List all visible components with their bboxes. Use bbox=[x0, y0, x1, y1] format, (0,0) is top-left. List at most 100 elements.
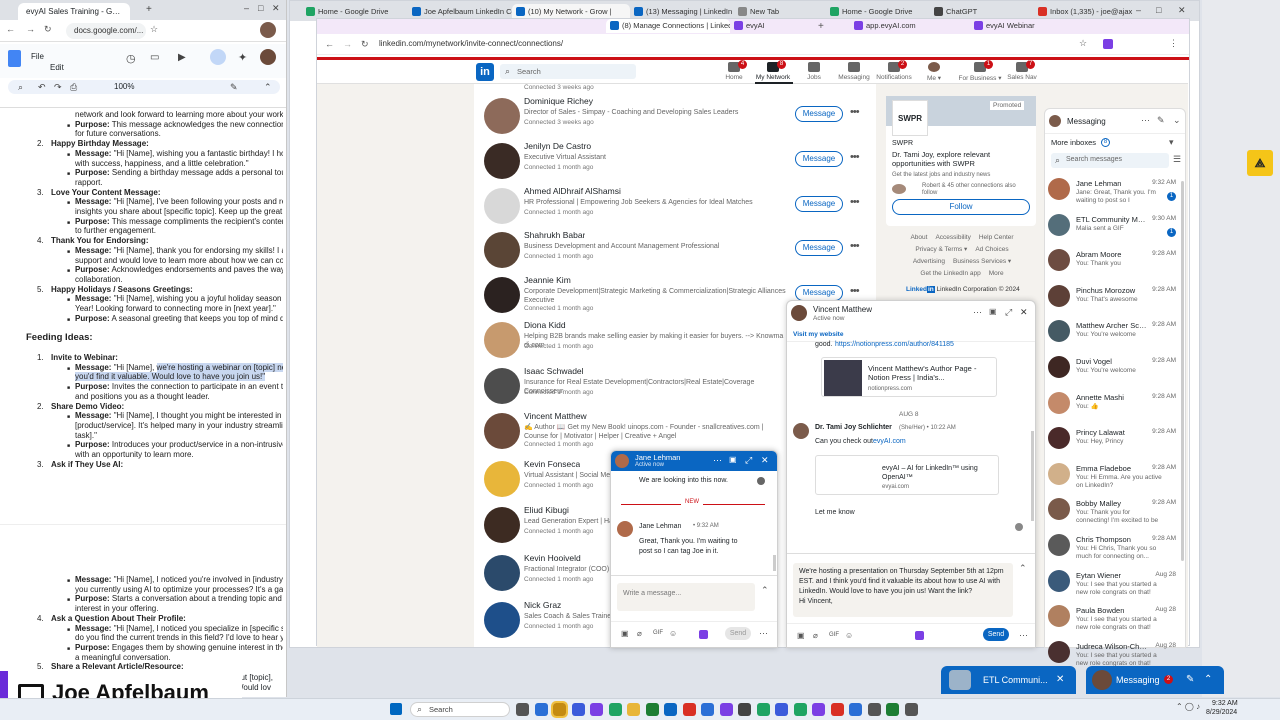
document-body-page2[interactable]: ■ Message: "Hi [Name], I noticed you're i… bbox=[0, 575, 286, 675]
taskbar-app-icon[interactable] bbox=[886, 703, 899, 716]
gemini-icon[interactable]: ✦ bbox=[238, 51, 247, 64]
taskbar-app-icon[interactable] bbox=[627, 703, 640, 716]
inner-browser-tab[interactable]: (8) Manage Connections | LinkedIn bbox=[606, 19, 730, 33]
connection-name[interactable]: Diona Kidd bbox=[524, 320, 566, 330]
inner-browser-tab[interactable]: evyAI Webinar bbox=[970, 19, 1070, 33]
connection-avatar[interactable] bbox=[484, 188, 520, 224]
more-actions-icon[interactable]: ••• bbox=[850, 240, 860, 252]
evyai-icon[interactable] bbox=[915, 631, 924, 640]
bookmark-star-icon[interactable]: ☆ bbox=[1079, 38, 1087, 49]
conversation-row[interactable]: Pinchus Morozow You: That's awesome 9:28 A… bbox=[1046, 283, 1180, 319]
conversation-row[interactable]: ETL Community Ma... Malia sent a GIF 9:30 … bbox=[1046, 212, 1180, 248]
conversation-row[interactable]: Bobby Malley You: Thank you for connectin… bbox=[1046, 496, 1180, 532]
conversation-row[interactable]: Princy Lalawat You: Hey, Princy 9:28 AM bbox=[1046, 425, 1180, 461]
conversation-row[interactable]: Paula Bowden You: I see that you started … bbox=[1046, 603, 1180, 639]
connection-avatar[interactable] bbox=[484, 555, 520, 591]
forward-icon[interactable]: → bbox=[343, 39, 352, 49]
vincent-name[interactable]: Vincent Matthew bbox=[813, 305, 872, 314]
connection-name[interactable]: Ahmed AlDhraif AlShamsi bbox=[524, 186, 621, 196]
footer-link[interactable]: Help Center bbox=[979, 234, 1014, 241]
evyai-icon[interactable] bbox=[699, 630, 708, 639]
connection-avatar[interactable] bbox=[484, 507, 520, 543]
taskbar-app-icon[interactable] bbox=[701, 703, 714, 716]
conversation-row[interactable]: Eytan Wiener You: I see that you started … bbox=[1046, 568, 1180, 604]
evyai-link[interactable]: evyAI.com bbox=[873, 438, 906, 445]
profile-avatar[interactable] bbox=[260, 22, 276, 38]
conversation-row[interactable]: Abram Moore You: Thank you 9:28 AM bbox=[1046, 247, 1180, 283]
connection-avatar[interactable] bbox=[484, 232, 520, 268]
connection-avatar[interactable] bbox=[484, 461, 520, 497]
conversation-row[interactable]: Annette Mashi You: 👍 9:28 AM bbox=[1046, 390, 1180, 426]
conversation-row[interactable]: Duvi Vogel You: You're welcome 9:28 AM bbox=[1046, 354, 1180, 390]
conversation-row[interactable]: Emma Fladeboe You: Hi Emma. Are you activ… bbox=[1046, 461, 1180, 497]
messaging-pill[interactable]: Messaging 2 ✎ ⌃ bbox=[1086, 666, 1224, 694]
search-icon[interactable]: ⌕ bbox=[18, 82, 23, 93]
more-options-icon[interactable]: ⋯ bbox=[973, 307, 982, 318]
jane-send-button[interactable]: Send bbox=[725, 627, 751, 640]
connection-avatar[interactable] bbox=[484, 368, 520, 404]
footer-link[interactable]: Advertising bbox=[913, 258, 945, 265]
more-actions-icon[interactable]: ••• bbox=[850, 151, 860, 163]
undo-icon[interactable]: ↶ bbox=[38, 82, 46, 93]
gif-icon[interactable]: GIF bbox=[829, 632, 839, 638]
conversation-row[interactable]: Chris Thompson You: Hi Chris, Thank you s… bbox=[1046, 532, 1180, 568]
linkedin-logo-icon[interactable]: in bbox=[476, 63, 494, 81]
forward-icon[interactable]: → bbox=[26, 24, 35, 34]
evyai-launcher-icon[interactable]: ⟁ bbox=[1247, 150, 1273, 176]
more-actions-icon[interactable]: ••• bbox=[850, 196, 860, 208]
filter-icon[interactable]: ☰ bbox=[1173, 154, 1181, 165]
visit-website-link[interactable]: Visit my website bbox=[793, 331, 843, 338]
nav-item[interactable]: Notifications 2 bbox=[872, 60, 916, 81]
scrollbar[interactable] bbox=[1181, 181, 1184, 561]
close-icon[interactable]: ✕ bbox=[1056, 674, 1064, 685]
taskbar-app-icon[interactable] bbox=[534, 703, 548, 716]
message-button[interactable]: Message bbox=[795, 106, 843, 122]
taskbar-app-icon[interactable] bbox=[756, 703, 770, 716]
url-text[interactable]: linkedin.com/mynetwork/invite-connect/co… bbox=[379, 39, 563, 48]
inner-browser-tab[interactable]: evyAI bbox=[730, 19, 850, 33]
browser-tab[interactable]: Joe Apfelbaum LinkedIn Co bbox=[408, 4, 512, 19]
redo-icon[interactable]: ↷ bbox=[54, 82, 62, 93]
menu-file[interactable]: File bbox=[31, 52, 44, 61]
browser-tab[interactable]: Home - Google Drive bbox=[302, 4, 408, 19]
close-window-icon[interactable]: ✕ bbox=[272, 3, 280, 14]
new-tab-icon[interactable]: + bbox=[146, 4, 152, 15]
messaging-title[interactable]: Messaging bbox=[1067, 117, 1106, 126]
connection-avatar[interactable] bbox=[484, 277, 520, 313]
close-icon[interactable]: ✕ bbox=[761, 455, 769, 466]
taskbar-app-icon[interactable] bbox=[551, 701, 568, 718]
scrollbar[interactable] bbox=[1031, 431, 1034, 521]
more-inboxes-row[interactable]: More inboxes 8 ▾ bbox=[1045, 133, 1185, 149]
send-options-icon[interactable]: ⋯ bbox=[759, 628, 768, 639]
attach-icon[interactable]: ⌀ bbox=[637, 629, 642, 638]
emoji-icon[interactable]: ☺ bbox=[669, 629, 677, 638]
docs-tab[interactable]: evyAI Sales Training - Google D bbox=[18, 3, 130, 20]
footer-link[interactable]: Accessibility bbox=[935, 234, 970, 241]
more-actions-icon[interactable]: ••• bbox=[850, 106, 860, 118]
evyai-extension-icon[interactable] bbox=[1103, 39, 1113, 49]
back-icon[interactable]: ← bbox=[325, 39, 334, 49]
taskbar-app-icon[interactable] bbox=[645, 703, 659, 716]
vincent-message-input[interactable]: We're hosting a presentation on Thursday… bbox=[793, 563, 1013, 617]
gif-icon[interactable]: GIF bbox=[653, 630, 663, 636]
collapse-icon[interactable]: ⌃ bbox=[1019, 563, 1027, 574]
nav-item[interactable]: Messaging bbox=[832, 62, 876, 81]
minimize-icon[interactable]: – bbox=[244, 3, 249, 13]
connection-name[interactable]: Eliud Kibugi bbox=[524, 505, 569, 515]
chevron-down-icon[interactable]: ⌄ bbox=[1173, 115, 1181, 126]
taskbar-app-icon[interactable] bbox=[664, 703, 677, 716]
new-tab-icon[interactable]: + bbox=[818, 21, 824, 32]
send-options-icon[interactable]: ⋯ bbox=[1019, 630, 1028, 641]
message-button[interactable]: Message bbox=[795, 240, 843, 256]
comment-icon[interactable]: ▭ bbox=[150, 52, 159, 63]
emoji-icon[interactable]: ☺ bbox=[845, 631, 853, 640]
browser-tab[interactable]: Inbox (1,335) - joe@ajax bbox=[1034, 4, 1144, 19]
conversation-row[interactable]: Matthew Archer Sc. C... You: You're welco… bbox=[1046, 318, 1180, 354]
conversation-row[interactable]: Jane Lehman Jane: Great, Thank you. I'm w… bbox=[1046, 176, 1180, 212]
bookmark-star-icon[interactable]: ☆ bbox=[150, 24, 158, 35]
browser-menu-icon[interactable]: ⋮ bbox=[1169, 38, 1178, 49]
jane-message-input[interactable]: Write a message... bbox=[617, 583, 755, 611]
taskbar-app-icon[interactable] bbox=[738, 703, 751, 716]
footer-link[interactable]: Get the LinkedIn app bbox=[920, 270, 980, 277]
etl-community-pill[interactable]: ETL Communi... ✕ bbox=[941, 666, 1076, 694]
